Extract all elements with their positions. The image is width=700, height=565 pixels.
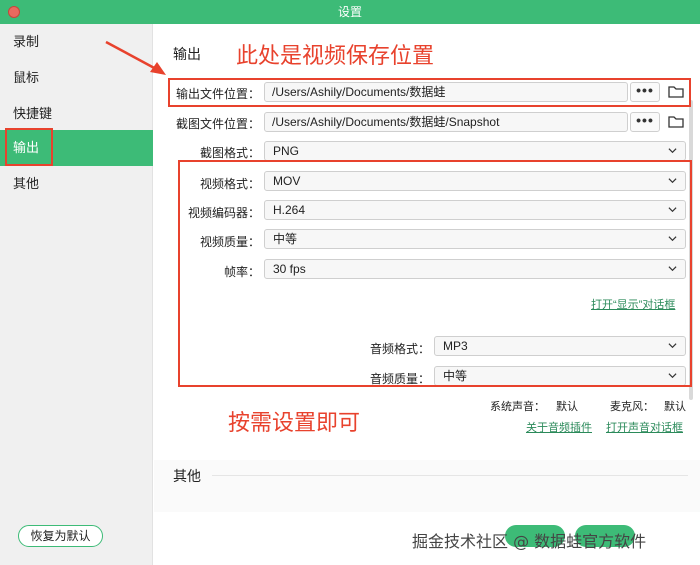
annotation-save-location-note: 此处是视频保存位置 [236,44,435,69]
screenshot-location-label: 截图文件位置： [175,117,260,131]
chevron-down-icon [668,148,677,154]
screenshot-location-browse-button[interactable]: ••• [630,112,660,132]
other-section-title: 其他 [173,468,201,484]
screenshot-format-label: 截图格式： [199,146,260,160]
sidebar-item-shortcuts[interactable]: 快捷键 [0,96,153,132]
annotation-highlight-format-settings [178,160,692,387]
annotation-highlight-output-location [168,78,691,107]
screenshot-location-field[interactable]: /Users/Ashily/Documents/数据蛙/Snapshot [264,112,628,132]
about-audio-plugin-link[interactable]: 关于音频插件 [526,419,592,435]
window-title: 设置 [337,5,362,19]
microphone-label: 麦克风： [610,401,654,413]
watermark: 掘金技术社区 @ 数据蛙官方软件 [412,532,647,551]
microphone-value: 默认 [664,401,686,413]
reset-defaults-button[interactable]: 恢复为默认 [18,525,103,547]
system-sound-label: 系统声音： [490,401,545,413]
screenshot-format-value: PNG [273,144,300,158]
open-sound-dialog-link[interactable]: 打开声音对话框 [606,419,683,435]
annotation-settings-note: 按需设置即可 [228,411,361,436]
output-section-title: 输出 [173,46,201,62]
section-divider [212,475,688,476]
title-bar: 设置 [0,0,700,24]
annotation-highlight-output-tab [5,128,53,166]
folder-icon[interactable] [668,115,684,128]
close-window-icon[interactable] [8,6,20,18]
sidebar: 录制 鼠标 快捷键 输出 其他 [0,24,153,565]
system-sound-value: 默认 [556,401,578,413]
annotation-arrow-icon [105,40,166,75]
other-section-bg [154,460,700,512]
sidebar-item-other[interactable]: 其他 [0,166,153,202]
screenshot-format-select[interactable]: PNG [264,141,686,161]
